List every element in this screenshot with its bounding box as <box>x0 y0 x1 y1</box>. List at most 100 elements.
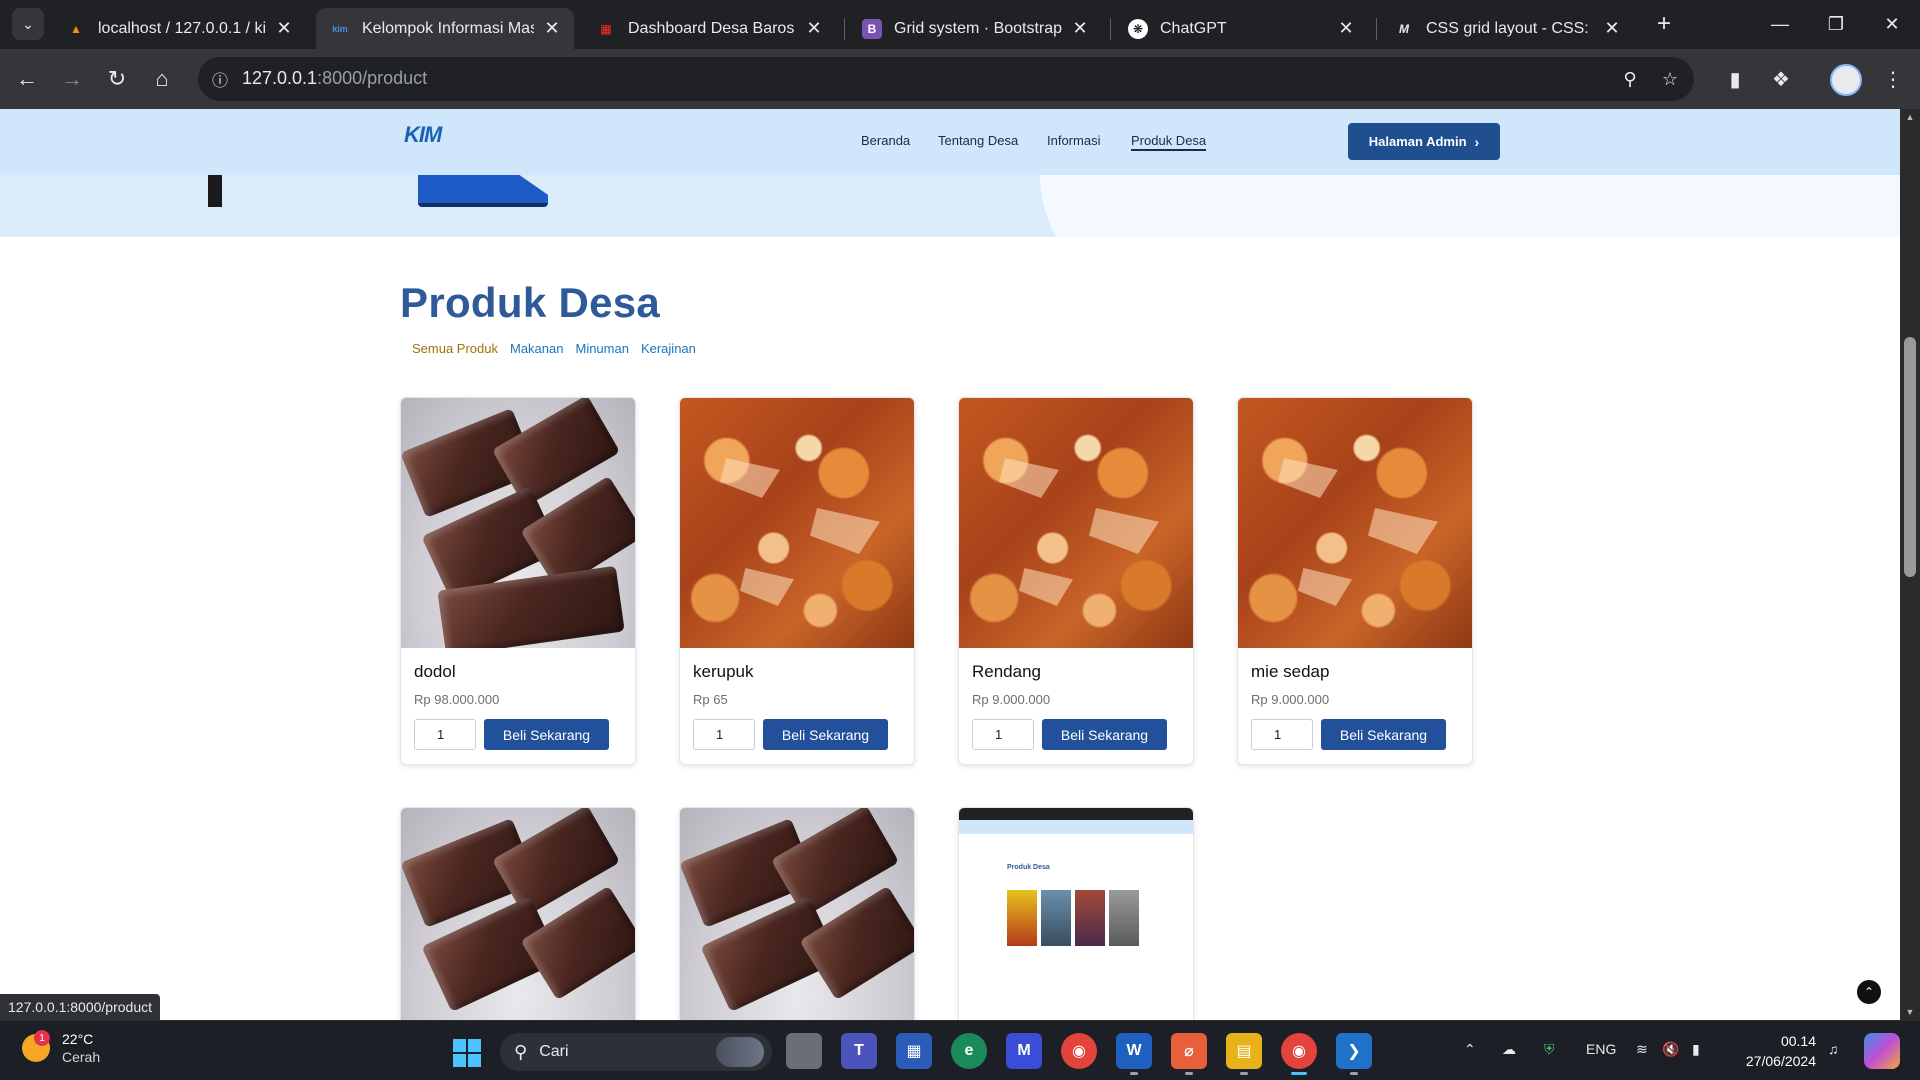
quantity-input[interactable] <box>414 719 476 750</box>
product-image[interactable] <box>680 808 914 1020</box>
quantity-input[interactable] <box>1251 719 1313 750</box>
buy-now-button[interactable]: Beli Sekarang <box>763 719 888 750</box>
tab-title: Kelompok Informasi Masyar <box>362 19 534 37</box>
back-button[interactable]: ← <box>10 62 44 96</box>
filter-minuman[interactable]: Minuman <box>575 341 628 356</box>
site-info-icon[interactable]: ⓘ <box>206 65 234 93</box>
chevron-right-icon: › <box>1474 133 1480 150</box>
product-image[interactable] <box>401 398 635 648</box>
product-name: dodol <box>414 662 456 681</box>
chrome-icon[interactable]: ◉ <box>1061 1033 1097 1069</box>
phpmyadmin-icon: ▲ <box>70 21 82 36</box>
buy-now-button[interactable]: Beli Sekarang <box>1042 719 1167 750</box>
address-bar[interactable]: ⓘ 127.0.0.1:8000/product ⚲ ☆ <box>198 57 1694 101</box>
xampp-icon[interactable]: ⌀ <box>1171 1033 1207 1075</box>
task-view-icon[interactable] <box>786 1033 822 1069</box>
close-icon[interactable]: ✕ <box>1602 18 1622 39</box>
buy-now-button[interactable]: Beli Sekarang <box>484 719 609 750</box>
tab-separator <box>844 18 845 40</box>
scrollbar-thumb[interactable] <box>1904 337 1916 577</box>
tab-dashboard-desa[interactable]: ▦ Dashboard Desa Baros ✕ <box>582 8 836 49</box>
tab-separator <box>1110 18 1111 40</box>
tab-bootstrap[interactable]: B Grid system · Bootstrap v5. ✕ <box>848 8 1102 49</box>
vscode-icon[interactable]: ❯ <box>1336 1033 1372 1075</box>
close-icon[interactable]: ✕ <box>274 18 294 39</box>
screenshot-card <box>1109 890 1139 946</box>
reading-list-icon[interactable]: ▮ <box>1718 62 1752 96</box>
admin-page-button[interactable]: Halaman Admin › <box>1348 123 1500 160</box>
reload-button[interactable]: ↻ <box>100 62 134 96</box>
clock-date: 27/06/2024 <box>1745 1053 1816 1069</box>
file-explorer-icon[interactable]: ▤ <box>1226 1033 1262 1075</box>
url-text[interactable]: 127.0.0.1:8000/product <box>242 68 427 89</box>
microsoft-store-icon[interactable]: ▦ <box>896 1033 932 1069</box>
language-indicator[interactable]: ENG <box>1586 1041 1616 1057</box>
site-logo[interactable]: KIM <box>404 122 462 162</box>
close-window-button[interactable]: ✕ <box>1864 0 1920 49</box>
tab-phpmyadmin[interactable]: ▲ localhost / 127.0.0.1 / kim_ ✕ <box>52 8 306 49</box>
forward-button[interactable]: → <box>55 62 89 96</box>
tab-search-button[interactable]: ⌄ <box>12 8 44 40</box>
close-icon[interactable]: ✕ <box>1336 18 1356 39</box>
quantity-input[interactable] <box>972 719 1034 750</box>
new-tab-button[interactable]: + <box>1650 10 1678 38</box>
onedrive-icon[interactable]: ☁ <box>1502 1041 1516 1058</box>
battery-icon[interactable]: ▮ <box>1692 1041 1700 1058</box>
nav-informasi[interactable]: Informasi <box>1047 133 1100 148</box>
product-card-mie-sedap: mie sedap Rp 9.000.000 Beli Sekarang <box>1237 397 1473 765</box>
browser-tab-strip: ⌄ ▲ localhost / 127.0.0.1 / kim_ ✕ kim K… <box>0 0 1920 49</box>
taskbar-search[interactable]: ⚲ Cari <box>500 1033 772 1071</box>
close-icon[interactable]: ✕ <box>804 18 824 39</box>
product-image[interactable] <box>1238 398 1472 648</box>
app-icon[interactable]: M <box>1006 1033 1042 1069</box>
zoom-icon[interactable]: ⚲ <box>1616 65 1644 93</box>
home-button[interactable]: ⌂ <box>145 62 179 96</box>
filter-kerajinan[interactable]: Kerajinan <box>641 341 696 356</box>
scroll-down-arrow-icon[interactable]: ▼ <box>1900 1004 1920 1020</box>
weather-widget[interactable]: 1 22°C Cerah <box>22 1030 100 1066</box>
edge-icon[interactable]: e <box>951 1033 987 1069</box>
tray-overflow-chevron-icon[interactable]: ⌃ <box>1464 1041 1476 1058</box>
buy-now-button[interactable]: Beli Sekarang <box>1321 719 1446 750</box>
word-icon[interactable]: W <box>1116 1033 1152 1075</box>
windows-start-icon[interactable] <box>453 1039 481 1067</box>
copilot-icon[interactable] <box>1864 1033 1900 1069</box>
defender-shield-icon[interactable]: ⛨ <box>1544 1041 1555 1058</box>
profile-avatar[interactable] <box>1830 64 1862 96</box>
product-image[interactable] <box>680 398 914 648</box>
wifi-icon[interactable]: ≋ <box>1636 1041 1648 1058</box>
tab-chatgpt[interactable]: ❋ ChatGPT ✕ <box>1114 8 1368 49</box>
close-icon[interactable]: ✕ <box>542 18 562 39</box>
product-image[interactable] <box>401 808 635 1020</box>
quantity-input[interactable] <box>693 719 755 750</box>
restore-button[interactable]: ❐ <box>1808 0 1864 49</box>
windows-taskbar: 1 22°C Cerah ⚲ Cari T ▦ e M ◉ W ⌀ ▤ ◉ ❯ … <box>0 1020 1920 1080</box>
close-icon[interactable]: ✕ <box>1070 18 1090 39</box>
tab-kelompok-informasi[interactable]: kim Kelompok Informasi Masyar ✕ <box>316 8 574 49</box>
filter-semua-produk[interactable]: Semua Produk <box>412 341 498 356</box>
product-name: mie sedap <box>1251 662 1330 681</box>
tab-mdn[interactable]: M CSS grid layout - CSS: Casc ✕ <box>1380 8 1634 49</box>
bookmark-star-icon[interactable]: ☆ <box>1656 65 1684 93</box>
product-name: kerupuk <box>693 662 754 681</box>
extensions-icon[interactable]: ❖ <box>1764 62 1798 96</box>
notification-bell-icon[interactable]: ♫ <box>1828 1041 1839 1057</box>
back-to-top-button[interactable]: ⌃ <box>1857 980 1881 1004</box>
nav-beranda[interactable]: Beranda <box>861 133 910 148</box>
product-card <box>400 807 636 1020</box>
nav-tentang-desa[interactable]: Tentang Desa <box>938 133 1018 148</box>
minimize-button[interactable]: — <box>1752 0 1808 49</box>
product-image[interactable]: Produk Desa <box>959 808 1193 1020</box>
section-title: Produk Desa <box>400 279 661 326</box>
page-scrollbar[interactable]: ▲ ▼ <box>1900 109 1920 1020</box>
filter-makanan[interactable]: Makanan <box>510 341 563 356</box>
tab-title: Dashboard Desa Baros <box>628 19 795 37</box>
product-image[interactable] <box>959 398 1193 648</box>
chrome-active-icon[interactable]: ◉ <box>1281 1033 1317 1075</box>
scroll-up-arrow-icon[interactable]: ▲ <box>1900 109 1920 125</box>
menu-kebab-icon[interactable]: ⋮ <box>1876 62 1910 96</box>
volume-muted-icon[interactable]: 🔇 <box>1662 1041 1679 1058</box>
nav-produk-desa[interactable]: Produk Desa <box>1131 133 1207 151</box>
teams-icon[interactable]: T <box>841 1033 877 1069</box>
system-clock[interactable]: 00.14 27/06/2024 <box>1730 1031 1816 1071</box>
